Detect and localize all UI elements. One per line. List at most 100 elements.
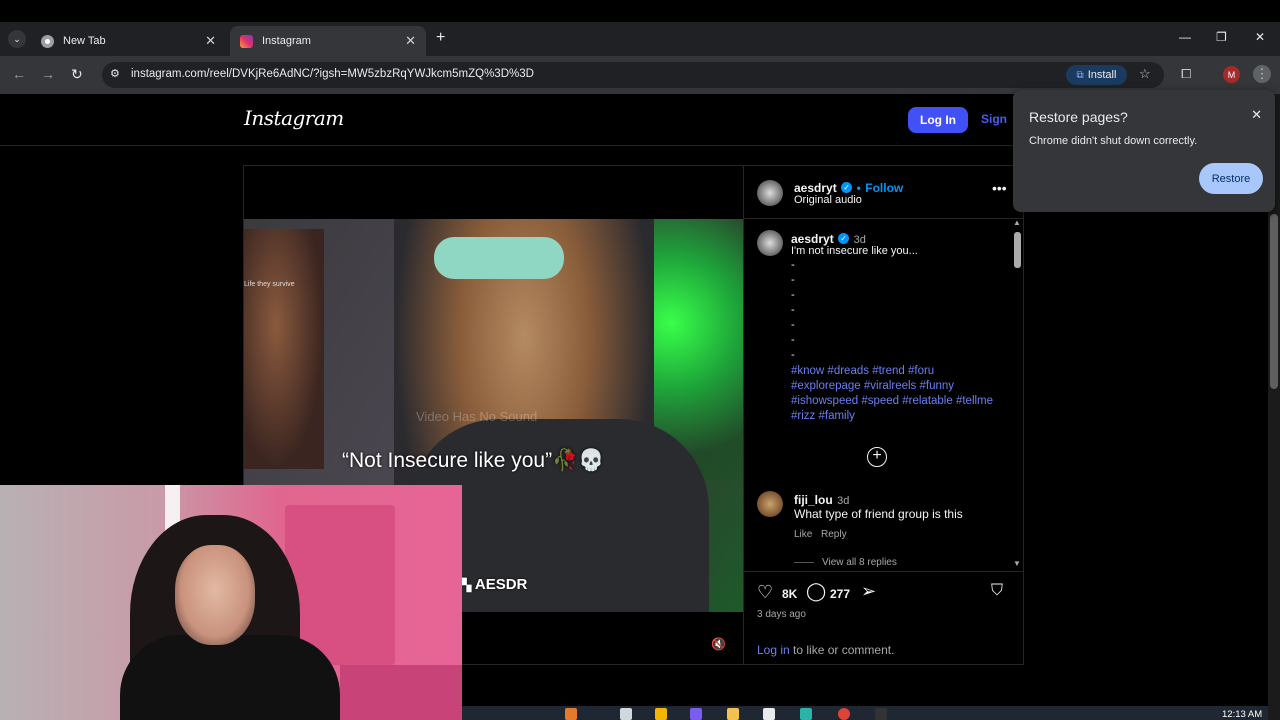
video-person-left [244,229,324,469]
author-username[interactable]: aesdryt [794,181,837,195]
webcam-person-body [120,635,340,720]
replies-line [794,562,814,563]
instagram-logo[interactable]: Instagram [244,106,344,130]
login-prompt-text: to like or comment. [789,643,895,657]
tab-label: Instagram [262,35,311,47]
tab-new-tab[interactable]: New Tab ✕ [31,26,226,56]
audio-label[interactable]: Original audio [794,194,862,206]
caption-dash: - [791,274,795,286]
taskbar-app-icon[interactable] [763,708,775,720]
restore-button[interactable]: Restore [1199,163,1263,194]
taskbar-clock[interactable]: 12:13 AM [1222,709,1262,720]
login-link[interactable]: Log in [757,643,790,657]
commenter-avatar[interactable] [757,491,783,517]
post-date: 3 days ago [757,609,806,620]
taskbar-app-icon[interactable] [655,708,667,720]
url-text: instagram.com/reel/DVKjRe6AdNC/?igsh=MW5… [131,68,534,80]
twitch-icon: ▚ [462,578,472,592]
login-button[interactable]: Log In [908,107,968,133]
scroll-down-arrow-icon[interactable]: ▼ [1013,559,1021,568]
caption-dash: - [791,259,795,271]
caption-dash: - [791,289,795,301]
taskbar-app-icon[interactable] [875,708,887,720]
profile-avatar[interactable]: M [1223,66,1240,83]
comments-scrollbar[interactable]: ▲ ▼ [1013,218,1022,570]
close-tab-icon[interactable]: ✕ [205,33,216,49]
close-window-button[interactable]: ✕ [1255,30,1265,44]
like-count: 8K [782,587,798,601]
taskbar-chrome-icon[interactable] [838,708,850,720]
caption-author-username[interactable]: aesdryt [791,232,834,246]
screen-top-border [0,0,1280,22]
comment-icon[interactable]: ◯ [806,581,826,602]
page-scrollbar-thumb[interactable] [1270,214,1278,389]
save-bookmark-icon[interactable]: ⛉ [991,582,1003,600]
like-heart-icon[interactable]: ♡ [757,582,773,603]
dialog-message: Chrome didn't shut down correctly. [1029,135,1198,147]
comment-count: 277 [830,587,851,601]
webcam-blanket [340,665,462,720]
dialog-close-icon[interactable]: ✕ [1251,107,1262,123]
login-prompt: Log in to like or comment. [757,643,894,657]
twitch-handle: ▚ AESDR [462,576,527,593]
tab-label: New Tab [63,35,106,47]
caption-dash: - [791,349,795,361]
comment-like-button[interactable]: Like [794,529,812,540]
dialog-title: Restore pages? [1029,109,1128,125]
chrome-menu-icon[interactable]: ⋮ [1253,65,1271,83]
verified-badge-icon: ✓ [841,182,853,194]
extensions-icon[interactable]: ⧠ [1181,66,1191,82]
minimize-button[interactable]: — [1179,30,1191,44]
taskbar-folder-icon[interactable] [727,708,739,720]
address-bar[interactable]: ⚙ instagram.com/reel/DVKjRe6AdNC/?igsh=M… [102,62,1164,88]
close-tab-icon[interactable]: ✕ [405,33,416,49]
comment-text: What type of friend group is this [794,507,963,521]
back-icon[interactable]: ← [12,66,26,82]
author-avatar[interactable] [757,180,783,206]
taskbar-edge-icon[interactable] [800,708,812,720]
verified-badge-icon: ✓ [838,233,850,245]
restore-pages-dialog: Restore pages? ✕ Chrome didn't shut down… [1013,90,1275,212]
comments-scrollbar-thumb[interactable] [1014,232,1021,268]
follow-separator: • [856,181,861,195]
new-tab-button[interactable]: + [436,29,445,47]
caption-hashtags[interactable]: #know #dreads #trend #foru #explorepage … [791,364,1006,424]
taskbar [462,706,1268,720]
caption-dash: - [791,304,795,316]
tab-search-button[interactable]: ⌄ [8,30,26,48]
caption-text: I'm not insecure like you... [791,245,918,257]
twitch-handle-text: AESDR [474,576,528,593]
webcam-person-face [175,545,255,645]
install-app-button[interactable]: ⧉ Install [1066,65,1127,85]
comment-time: 3d [837,495,850,507]
mute-icon[interactable]: 🔇 [711,637,726,651]
tab-instagram[interactable]: Instagram ✕ [230,26,426,56]
instagram-icon [240,34,253,48]
restore-window-button[interactable]: ❐ [1216,30,1227,44]
taskbar-app-icon[interactable] [565,708,577,720]
commenter-username[interactable]: fiji_lou [794,493,833,507]
taskbar-app-icon[interactable] [620,708,632,720]
sidebar-divider [744,218,1023,219]
video-watermark: Video Has No Sound [416,409,538,424]
install-icon: ⧉ [1076,69,1084,81]
caption-author-avatar[interactable] [757,230,783,256]
signup-link[interactable]: Sign Up [981,112,1011,126]
video-sleep-mask [434,237,564,279]
comment-reply-button[interactable]: Reply [821,529,847,540]
taskbar-app-icon[interactable] [690,708,702,720]
view-replies-button[interactable]: View all 8 replies [822,557,897,568]
caption-dash: - [791,319,795,331]
follow-button[interactable]: Follow [865,181,903,195]
site-info-icon[interactable]: ⚙ [110,67,120,80]
webcam-overlay [0,485,462,720]
bookmark-star-icon[interactable]: ☆ [1139,66,1151,82]
video-overlay-small-text: Life they survive [244,281,295,288]
scroll-up-arrow-icon[interactable]: ▲ [1013,218,1021,227]
chrome-icon [41,34,54,48]
load-more-comments-icon[interactable]: + [867,447,887,467]
reload-icon[interactable]: ↻ [71,66,83,83]
share-icon[interactable]: ➢ [861,581,876,602]
forward-icon[interactable]: → [41,66,55,82]
more-options-icon[interactable]: ••• [992,180,1007,196]
